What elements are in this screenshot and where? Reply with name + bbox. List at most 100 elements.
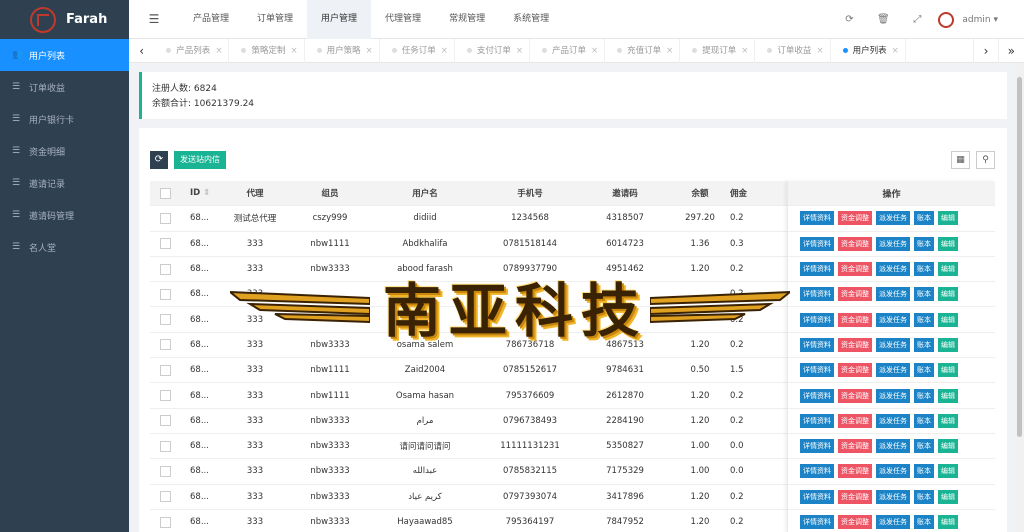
tab-8[interactable]: 订单收益 × <box>755 38 831 63</box>
op-button-3[interactable]: 账本 <box>914 388 934 403</box>
row-checkbox[interactable] <box>159 288 171 300</box>
sidebar-item-2[interactable]: ☰ 用户银行卡 <box>0 103 129 135</box>
tab-6[interactable]: 充值订单 × <box>605 38 681 63</box>
op-button-3[interactable]: 账本 <box>914 515 934 529</box>
refresh-icon[interactable]: ⟳ <box>832 14 866 25</box>
tab-9[interactable]: 用户列表 × <box>831 38 906 63</box>
op-button-0[interactable]: 详情资料 <box>800 413 834 428</box>
op-button-2[interactable]: 派发任务 <box>876 413 910 428</box>
op-button-4[interactable]: 编辑 <box>938 515 958 529</box>
op-button-1[interactable]: 资金调整 <box>838 363 872 378</box>
op-button-3[interactable]: 账本 <box>914 312 934 327</box>
op-button-2[interactable]: 派发任务 <box>876 388 910 403</box>
header-cell[interactable]: ID ⇕ <box>180 188 220 198</box>
sidebar-item-6[interactable]: ☰ 名人堂 <box>0 231 129 263</box>
op-button-4[interactable]: 编辑 <box>938 489 958 504</box>
op-button-3[interactable]: 账本 <box>914 262 934 277</box>
op-button-2[interactable]: 派发任务 <box>876 337 910 352</box>
row-checkbox[interactable] <box>159 263 171 275</box>
nav-item-1[interactable]: 订单管理 <box>243 0 307 39</box>
op-button-2[interactable]: 派发任务 <box>876 464 910 479</box>
tab-4[interactable]: 支付订单 × <box>455 38 530 63</box>
op-button-1[interactable]: 资金调整 <box>838 515 872 529</box>
op-button-0[interactable]: 详情资料 <box>800 312 834 327</box>
op-button-0[interactable]: 详情资料 <box>800 515 834 529</box>
sort-icon[interactable]: ⇕ <box>200 188 210 198</box>
tab-1[interactable]: 策略定制 × <box>229 38 305 63</box>
op-button-0[interactable]: 详情资料 <box>800 439 834 454</box>
op-button-3[interactable]: 账本 <box>914 464 934 479</box>
tab-5[interactable]: 产品订单 × <box>530 38 606 63</box>
op-button-4[interactable]: 编辑 <box>938 236 958 251</box>
sidebar-item-5[interactable]: ☰ 邀请码管理 <box>0 199 129 231</box>
row-checkbox[interactable] <box>159 440 171 452</box>
op-button-4[interactable]: 编辑 <box>938 388 958 403</box>
columns-icon[interactable]: ▦ <box>951 151 970 169</box>
op-button-1[interactable]: 资金调整 <box>838 388 872 403</box>
close-icon[interactable]: × <box>892 46 899 56</box>
tab-scroll-right-icon[interactable]: › <box>973 38 999 63</box>
row-checkbox[interactable] <box>159 212 171 224</box>
avatar[interactable] <box>938 11 955 28</box>
op-button-3[interactable]: 账本 <box>914 363 934 378</box>
op-button-4[interactable]: 编辑 <box>938 287 958 302</box>
op-button-2[interactable]: 派发任务 <box>876 287 910 302</box>
header-cell[interactable]: 余额 <box>670 187 730 199</box>
op-button-1[interactable]: 资金调整 <box>838 312 872 327</box>
page-scrollbar[interactable] <box>1015 63 1024 532</box>
row-checkbox[interactable] <box>159 390 171 402</box>
sidebar-item-1[interactable]: ☰ 订单收益 <box>0 71 129 103</box>
row-checkbox[interactable] <box>159 364 171 376</box>
trash-icon[interactable]: 🗑 <box>866 14 900 25</box>
row-checkbox[interactable] <box>159 491 171 503</box>
op-button-4[interactable]: 编辑 <box>938 211 958 226</box>
op-button-3[interactable]: 账本 <box>914 337 934 352</box>
tab-0[interactable]: 产品列表 × <box>154 38 230 63</box>
op-button-2[interactable]: 派发任务 <box>876 211 910 226</box>
op-button-4[interactable]: 编辑 <box>938 337 958 352</box>
close-icon[interactable]: × <box>441 46 448 56</box>
op-button-2[interactable]: 派发任务 <box>876 439 910 454</box>
op-button-4[interactable]: 编辑 <box>938 262 958 277</box>
op-button-2[interactable]: 派发任务 <box>876 262 910 277</box>
op-button-1[interactable]: 资金调整 <box>838 262 872 277</box>
op-button-1[interactable]: 资金调整 <box>838 287 872 302</box>
tab-scroll-left-icon[interactable]: ‹ <box>129 39 154 63</box>
close-icon[interactable]: × <box>816 46 823 56</box>
op-button-1[interactable]: 资金调整 <box>838 413 872 428</box>
op-button-3[interactable]: 账本 <box>914 439 934 454</box>
op-button-2[interactable]: 派发任务 <box>876 489 910 504</box>
row-checkbox[interactable] <box>159 465 171 477</box>
op-button-3[interactable]: 账本 <box>914 489 934 504</box>
op-button-2[interactable]: 派发任务 <box>876 363 910 378</box>
op-button-0[interactable]: 详情资料 <box>800 388 834 403</box>
op-button-1[interactable]: 资金调整 <box>838 236 872 251</box>
select-all-checkbox[interactable] <box>159 187 171 199</box>
op-button-1[interactable]: 资金调整 <box>838 439 872 454</box>
op-button-0[interactable]: 详情资料 <box>800 337 834 352</box>
op-button-3[interactable]: 账本 <box>914 236 934 251</box>
nav-item-2[interactable]: 用户管理 <box>307 0 372 39</box>
sidebar-item-3[interactable]: ☰ 资金明细 <box>0 135 129 167</box>
close-icon[interactable]: × <box>516 46 523 56</box>
op-button-4[interactable]: 编辑 <box>938 464 958 479</box>
row-checkbox[interactable] <box>159 415 171 427</box>
close-icon[interactable]: × <box>741 46 748 56</box>
op-button-1[interactable]: 资金调整 <box>838 211 872 226</box>
op-button-0[interactable]: 详情资料 <box>800 489 834 504</box>
row-checkbox[interactable] <box>159 339 171 351</box>
menu-toggle-icon[interactable]: ☰ <box>129 12 179 26</box>
close-icon[interactable]: × <box>591 46 598 56</box>
op-button-0[interactable]: 详情资料 <box>800 464 834 479</box>
op-button-3[interactable]: 账本 <box>914 211 934 226</box>
op-button-2[interactable]: 派发任务 <box>876 236 910 251</box>
op-button-3[interactable]: 账本 <box>914 413 934 428</box>
nav-item-0[interactable]: 产品管理 <box>179 0 243 39</box>
close-icon[interactable]: × <box>666 46 673 56</box>
tab-3[interactable]: 任务订单 × <box>380 38 455 63</box>
refresh-button[interactable]: ⟳ <box>150 151 168 169</box>
user-menu[interactable]: admin ▾ <box>962 15 998 25</box>
op-button-0[interactable]: 详情资料 <box>800 363 834 378</box>
op-button-1[interactable]: 资金调整 <box>838 337 872 352</box>
nav-item-5[interactable]: 系统管理 <box>499 0 563 39</box>
